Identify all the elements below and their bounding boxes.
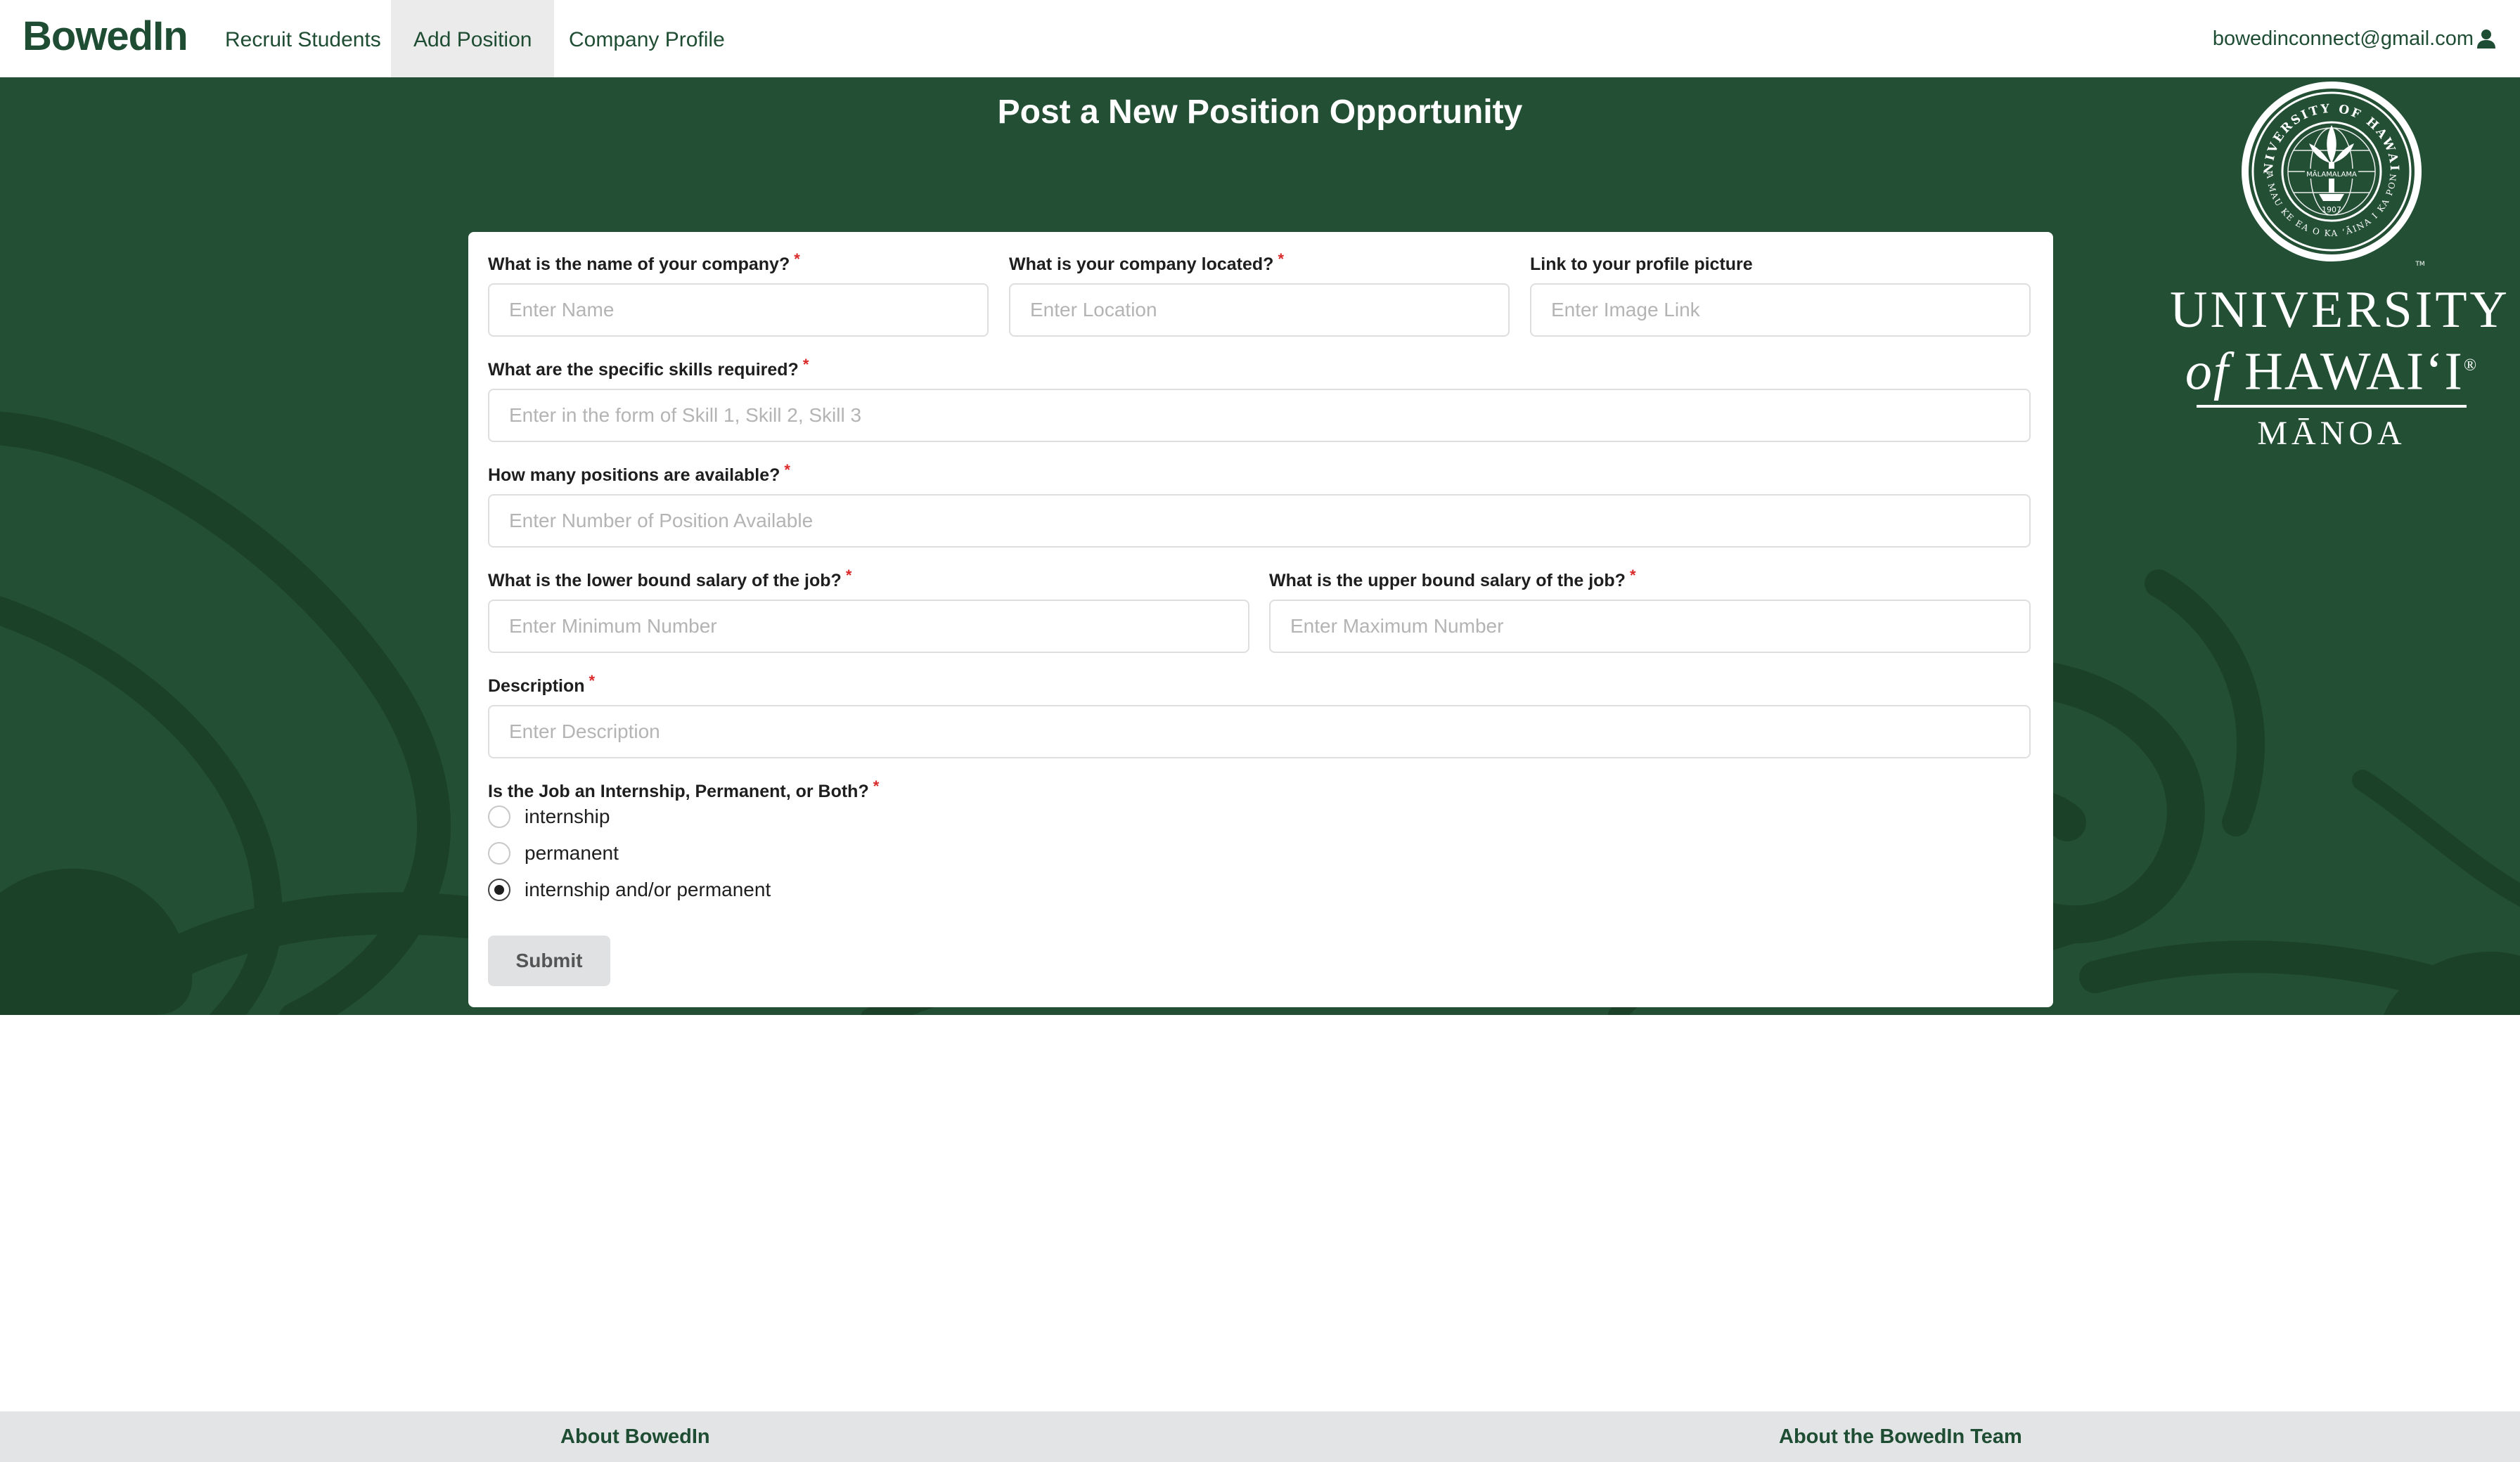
skills-field: What are the specific skills required? * bbox=[488, 356, 2031, 442]
nav-add-position[interactable]: Add Position bbox=[391, 0, 555, 77]
radio-button-selected[interactable] bbox=[488, 879, 510, 901]
skills-input[interactable] bbox=[488, 389, 2031, 442]
required-mark: * bbox=[1278, 250, 1285, 268]
logo-line-manoa: MĀNOA bbox=[2257, 415, 2406, 453]
positions-label: How many positions are available? bbox=[488, 465, 780, 485]
required-mark: * bbox=[784, 461, 790, 479]
radio-label[interactable]: internship and/or permanent bbox=[525, 879, 771, 901]
svg-text:1907: 1907 bbox=[2322, 205, 2341, 214]
footer: About BowedIn About the BowedIn Team bbox=[0, 1411, 2520, 1462]
radio-permanent[interactable]: permanent bbox=[488, 839, 619, 867]
image-link-input[interactable] bbox=[1530, 283, 2031, 337]
svg-text:MĀLAMALAMA: MĀLAMALAMA bbox=[2306, 169, 2357, 179]
location-label: What is your company located? bbox=[1009, 254, 1274, 274]
university-logo: UNIVERSITY OF HAWAIʻI UA MAU KE EA O KA … bbox=[2170, 82, 2510, 453]
positions-field: How many positions are available? * bbox=[488, 461, 2031, 548]
required-mark: * bbox=[794, 250, 800, 268]
radio-internship-and-or-permanent[interactable]: internship and/or permanent bbox=[488, 876, 771, 904]
location-input[interactable] bbox=[1009, 283, 1510, 337]
company-name-field: What is the name of your company? * bbox=[488, 250, 989, 337]
logo-line-university: UNIVERSITY bbox=[2170, 281, 2510, 339]
user-menu[interactable]: bowedinconnect@gmail.com bbox=[2213, 0, 2496, 77]
image-link-label: Link to your profile picture bbox=[1530, 254, 1753, 274]
description-input[interactable] bbox=[488, 705, 2031, 758]
required-mark: * bbox=[802, 356, 809, 373]
radio-internship[interactable]: internship bbox=[488, 803, 610, 831]
position-form-card: What is the name of your company?* What … bbox=[468, 232, 2053, 1007]
skills-label: What are the specific skills required? bbox=[488, 360, 799, 380]
hero-banner: Post a New Position Opportunity UNIVERSI… bbox=[0, 77, 2520, 1015]
page-title: Post a New Position Opportunity bbox=[997, 93, 1523, 131]
salary-max-field: What is the upper bound salary of the jo… bbox=[1269, 567, 2031, 653]
salary-min-input[interactable] bbox=[488, 600, 1249, 653]
top-navbar: BowedIn Recruit Students Add Position Co… bbox=[0, 0, 2520, 77]
radio-button[interactable] bbox=[488, 806, 510, 828]
nav-company-profile[interactable]: Company Profile bbox=[546, 0, 747, 77]
company-name-input[interactable] bbox=[488, 283, 989, 337]
logo-line-hawaii: of HAWAIʻI® bbox=[2185, 342, 2479, 401]
user-icon bbox=[2477, 30, 2495, 48]
salary-max-label: What is the upper bound salary of the jo… bbox=[1269, 571, 1626, 590]
brand-logo[interactable]: BowedIn bbox=[22, 13, 188, 60]
nav-recruit-students[interactable]: Recruit Students bbox=[202, 0, 404, 77]
company-name-label: What is the name of your company? bbox=[488, 254, 790, 274]
submit-button[interactable]: Submit bbox=[488, 936, 610, 986]
required-mark: * bbox=[845, 567, 852, 584]
svg-text:TM: TM bbox=[2415, 261, 2424, 267]
description-field: Description * bbox=[488, 672, 2031, 758]
description-label: Description bbox=[488, 676, 585, 696]
salary-max-input[interactable] bbox=[1269, 600, 2031, 653]
location-field: What is your company located? * bbox=[1009, 250, 1510, 337]
radio-button[interactable] bbox=[488, 842, 510, 865]
image-link-field: Link to your profile picture bbox=[1530, 253, 2031, 337]
required-mark: * bbox=[873, 777, 880, 795]
footer-about-link[interactable]: About BowedIn bbox=[560, 1411, 710, 1462]
salary-min-label: What is the lower bound salary of the jo… bbox=[488, 571, 842, 590]
job-type-label: Is the Job an Internship, Permanent, or … bbox=[488, 782, 869, 801]
footer-team-link[interactable]: About the BowedIn Team bbox=[1779, 1411, 2022, 1462]
user-email: bowedinconnect@gmail.com bbox=[2212, 27, 2474, 50]
logo-rule bbox=[2197, 405, 2467, 408]
positions-input[interactable] bbox=[488, 494, 2031, 548]
radio-label[interactable]: internship bbox=[525, 806, 610, 828]
required-mark: * bbox=[1629, 567, 1636, 584]
university-seal-icon: UNIVERSITY OF HAWAIʻI UA MAU KE EA O KA … bbox=[2226, 82, 2425, 267]
salary-min-field: What is the lower bound salary of the jo… bbox=[488, 567, 1249, 653]
job-type-field: Is the Job an Internship, Permanent, or … bbox=[488, 777, 1332, 803]
radio-label[interactable]: permanent bbox=[525, 842, 619, 865]
required-mark: * bbox=[589, 672, 596, 690]
